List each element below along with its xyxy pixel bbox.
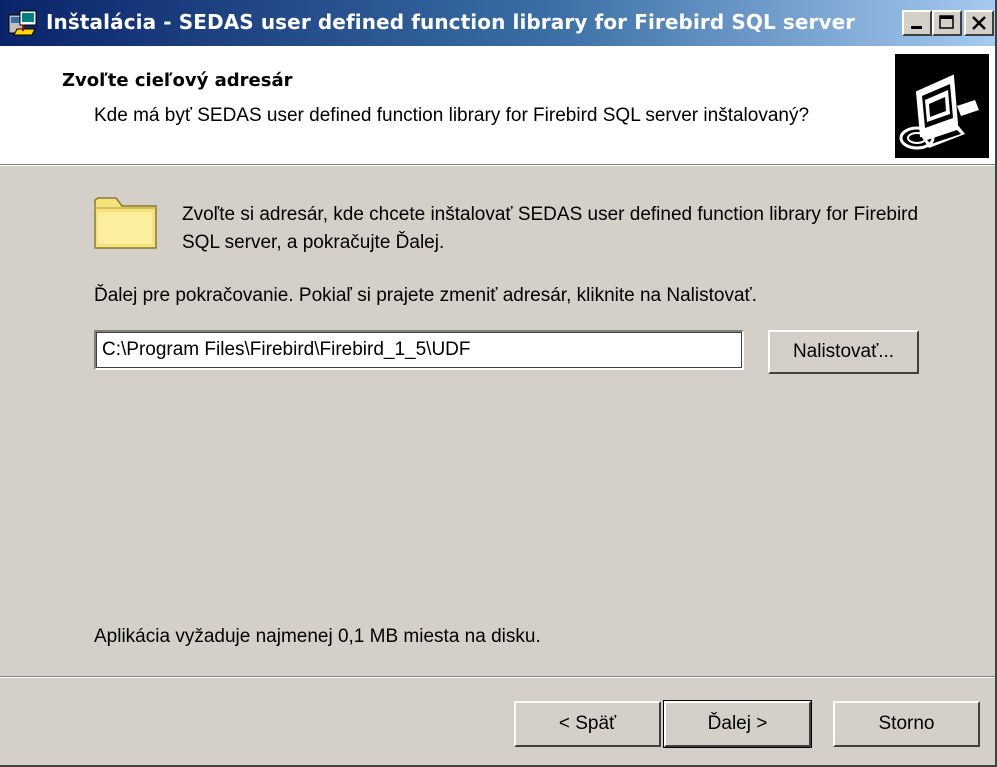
header-separator (0, 164, 995, 166)
disk-space-text: Aplikácia vyžaduje najmenej 0,1 MB miest… (94, 626, 541, 647)
computer-install-icon (895, 54, 989, 158)
next-button-label: Ďalej > (707, 713, 768, 734)
page-subtitle: Kde má byť SEDAS user defined function l… (94, 105, 810, 126)
cancel-button[interactable]: Storno (833, 701, 980, 747)
maximize-icon (939, 15, 954, 29)
intro-text: Zvoľte si adresár, kde chcete inštalovať… (182, 204, 919, 253)
window-title: Inštalácia - SEDAS user defined function… (46, 10, 856, 34)
destination-path-input[interactable] (94, 330, 744, 370)
back-button[interactable]: < Späť (514, 701, 661, 747)
next-button[interactable]: Ďalej > (663, 700, 812, 748)
close-button[interactable] (964, 10, 994, 36)
browse-button[interactable]: Nalistovať... (768, 330, 919, 374)
folder-icon (94, 197, 157, 249)
footer-separator (0, 676, 995, 678)
instruction-text: Ďalej pre pokračovanie. Pokiaľ si prajet… (94, 285, 757, 306)
installer-window: Inštalácia - SEDAS user defined function… (0, 0, 997, 767)
maximize-button[interactable] (932, 10, 962, 36)
installer-app-icon (8, 10, 37, 36)
wizard-header: Zvoľte cieľový adresár Kde má byť SEDAS … (0, 46, 995, 164)
minimize-icon (911, 26, 922, 29)
close-icon (972, 16, 986, 30)
page-title: Zvoľte cieľový adresár (62, 70, 293, 91)
title-bar[interactable]: Inštalácia - SEDAS user defined function… (0, 0, 995, 46)
minimize-button[interactable] (902, 10, 932, 36)
